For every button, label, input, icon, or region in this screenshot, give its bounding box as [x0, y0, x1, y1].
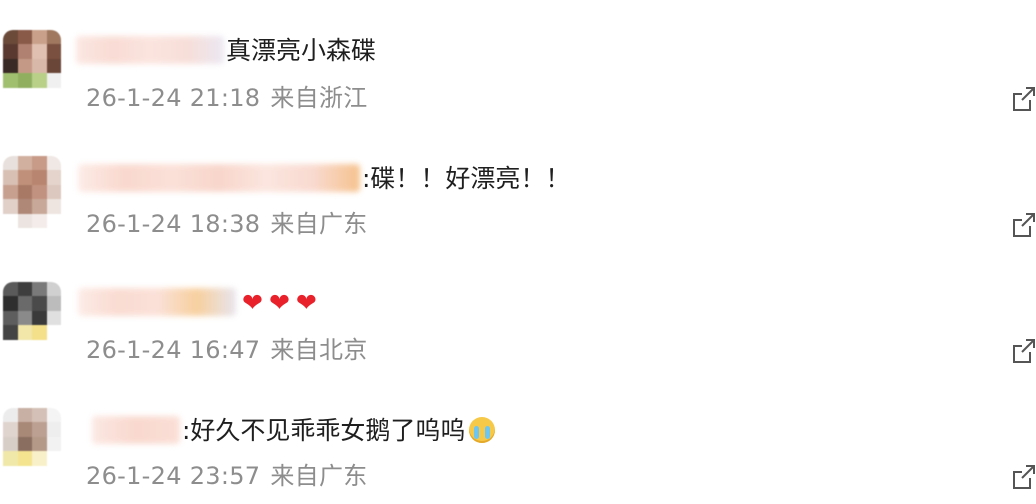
comment-text-content: :好久不见乖乖女鹅了呜呜 [182, 416, 466, 445]
crying-face-icon [469, 417, 496, 443]
comment-timestamp: 26-1-24 23:57 [86, 462, 261, 490]
avatar[interactable] [3, 408, 61, 480]
comment-location: 来自北京 [270, 336, 368, 364]
blurred-username[interactable] [78, 288, 236, 316]
reply-edit-icon[interactable] [1012, 86, 1036, 112]
avatar[interactable] [3, 156, 61, 228]
comment-timestamp: 26-1-24 16:47 [86, 336, 261, 364]
comment-timestamp: 26-1-24 21:18 [86, 84, 261, 112]
heart-icon: ❤ [295, 288, 317, 317]
comment-location: 来自广东 [270, 462, 368, 490]
comment-meta: 26-1-24 18:38 来自广东 [86, 210, 368, 238]
heart-icon: ❤ [268, 288, 290, 317]
comment-meta: 26-1-24 16:47 来自北京 [86, 336, 368, 364]
comment-text: 真漂亮小森碟 [226, 36, 377, 65]
comment-location: 来自浙江 [270, 84, 368, 112]
comment-text: :碟！！好漂亮！！ [362, 164, 571, 193]
comment-item: :好久不见乖乖女鹅了呜呜 26-1-24 23:57 来自广东 [0, 378, 1036, 504]
blurred-username[interactable] [92, 416, 180, 444]
avatar[interactable] [3, 30, 61, 102]
avatar[interactable] [3, 282, 61, 354]
comment-text: ❤ ❤ ❤ [236, 288, 317, 318]
comment-meta: 26-1-24 21:18 来自浙江 [86, 84, 368, 112]
comment-meta: 26-1-24 23:57 来自广东 [86, 462, 368, 490]
blurred-username[interactable] [78, 164, 360, 192]
comment-timestamp: 26-1-24 18:38 [86, 210, 261, 238]
reply-edit-icon[interactable] [1012, 464, 1036, 490]
blurred-username[interactable] [76, 36, 224, 64]
reply-edit-icon[interactable] [1012, 338, 1036, 364]
comment-item: 真漂亮小森碟 26-1-24 21:18 来自浙江 [0, 0, 1036, 126]
comment-location: 来自广东 [270, 210, 368, 238]
heart-icon: ❤ [242, 288, 263, 317]
comment-item: :碟！！好漂亮！！ 26-1-24 18:38 来自广东 [0, 126, 1036, 252]
reply-edit-icon[interactable] [1012, 212, 1036, 238]
comment-item: ❤ ❤ ❤ 26-1-24 16:47 来自北京 [0, 252, 1036, 378]
comment-text: :好久不见乖乖女鹅了呜呜 [182, 416, 496, 446]
